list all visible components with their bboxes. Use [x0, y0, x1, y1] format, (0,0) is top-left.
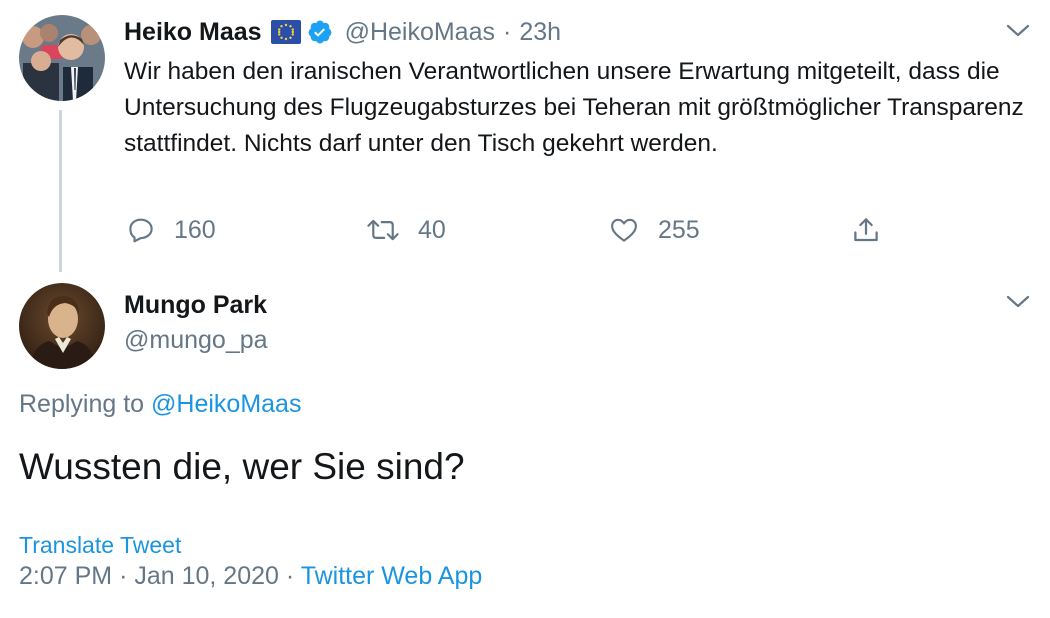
parent-separator: · [503, 17, 512, 46]
tweet-date[interactable]: Jan 10, 2020 [134, 562, 279, 590]
tweet-time[interactable]: 2:07 PM [19, 562, 112, 590]
thread-line [59, 110, 62, 272]
like-count: 255 [658, 215, 700, 244]
reply-action[interactable]: 160 [126, 210, 216, 250]
eu-flag-icon [270, 20, 301, 44]
retweet-action[interactable]: 40 [366, 210, 446, 250]
translate-tweet-link[interactable]: Translate Tweet [19, 532, 181, 559]
tweet-source-link[interactable]: Twitter Web App [301, 562, 483, 590]
reply-icon [126, 215, 156, 245]
share-action[interactable] [851, 212, 881, 248]
share-icon [851, 215, 881, 245]
reply-avatar[interactable] [19, 283, 105, 369]
retweet-count: 40 [418, 215, 446, 244]
reply-caret-icon[interactable] [1005, 293, 1031, 311]
parent-tweet-text: Wir haben den iranischen Verantwortliche… [124, 58, 1024, 157]
meta-dot: · [119, 562, 128, 590]
parent-caret-icon[interactable] [1005, 22, 1031, 40]
reply-count: 160 [174, 215, 216, 244]
replying-to-link[interactable]: @HeikoMaas [151, 390, 301, 418]
replying-prefix: Replying to [19, 390, 145, 418]
parent-author-name[interactable]: Heiko Maas [124, 18, 262, 47]
replying-to-line: Replying to @HeikoMaas [19, 390, 301, 419]
meta-dot: · [285, 562, 295, 590]
parent-handle[interactable]: @HeikoMaas [345, 18, 495, 47]
like-action[interactable]: 255 [608, 210, 700, 250]
tweet-meta-line: 2:07 PM · Jan 10, 2020 · Twitter Web App [19, 562, 482, 591]
reply-tweet-text: Wussten die, wer Sie sind? [19, 446, 465, 487]
verified-icon [307, 19, 333, 45]
parent-timestamp[interactable]: 23h [519, 18, 561, 47]
parent-avatar[interactable] [19, 15, 105, 101]
reply-author-name[interactable]: Mungo Park [124, 291, 267, 320]
heart-icon [608, 215, 640, 245]
retweet-icon [366, 215, 400, 245]
reply-handle[interactable]: @mungo_pa [124, 326, 268, 355]
